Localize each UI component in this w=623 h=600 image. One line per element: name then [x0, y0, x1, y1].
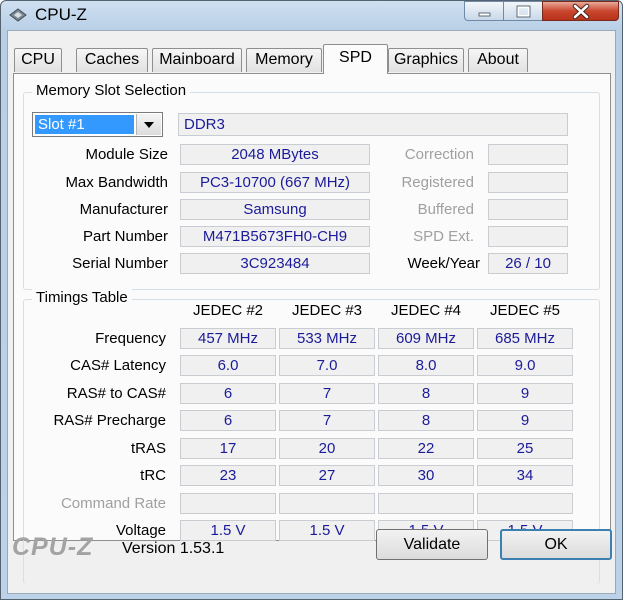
dropdown-arrow-button[interactable]: [136, 114, 161, 135]
maximize-button[interactable]: [503, 1, 543, 21]
minimize-icon: [478, 12, 491, 17]
serial-number-value: 3C923484: [180, 253, 370, 274]
ok-button[interactable]: OK: [500, 529, 612, 560]
client-area: CPU Caches Mainboard Memory SPD Graphics…: [7, 30, 616, 594]
timing-cell: 30: [378, 465, 474, 486]
timing-cell: 34: [477, 465, 573, 486]
timing-cell: 23: [180, 465, 276, 486]
timing-cell: 22: [378, 438, 474, 459]
timing-cell: 9: [477, 410, 573, 431]
column-header: JEDEC #4: [390, 302, 462, 319]
row-label: tRAS: [130, 440, 166, 457]
tab-caches[interactable]: Caches: [76, 48, 148, 72]
buffered-label: Buffered: [417, 201, 474, 218]
timing-cell: 8: [378, 383, 474, 404]
validate-button[interactable]: Validate: [376, 529, 488, 560]
slot-select-dropdown[interactable]: Slot #1: [32, 112, 163, 137]
timing-cell: 685 MHz: [477, 328, 573, 349]
timing-cell: 20: [279, 438, 375, 459]
timing-cell: 25: [477, 438, 573, 459]
tab-spd[interactable]: SPD: [323, 44, 388, 74]
timing-cell: [477, 493, 573, 514]
version-label: Version 1.53.1: [122, 540, 225, 557]
week-year-label: Week/Year: [407, 255, 480, 272]
cpu-z-logo: CPU-Z: [12, 533, 94, 561]
close-button[interactable]: [542, 1, 619, 21]
registered-label: Registered: [401, 174, 474, 191]
row-label: Frequency: [95, 330, 166, 347]
timing-cell: 27: [279, 465, 375, 486]
timing-cell: 6: [180, 410, 276, 431]
timing-cell: [378, 493, 474, 514]
tab-graphics[interactable]: Graphics: [388, 48, 464, 72]
row-label: Voltage: [115, 522, 166, 539]
row-label: Command Rate: [60, 495, 166, 512]
module-size-label: Module Size: [85, 146, 168, 163]
group-title: Memory Slot Selection: [32, 82, 191, 99]
tab-cpu[interactable]: CPU: [14, 48, 62, 72]
title-bar[interactable]: CPU-Z: [1, 1, 622, 29]
tab-memory[interactable]: Memory: [246, 48, 322, 72]
correction-label: Correction: [404, 146, 474, 163]
timing-cell: 17: [180, 438, 276, 459]
timing-cell: 1.5 V: [279, 520, 375, 541]
part-number-value: M471B5673FH0-CH9: [180, 226, 370, 247]
timing-cell: 609 MHz: [378, 328, 474, 349]
buffered-value: [488, 199, 568, 220]
timing-cell: 1.5 V: [180, 520, 276, 541]
registered-value: [488, 172, 568, 193]
spd-ext-label: SPD Ext.: [413, 228, 474, 245]
timing-cell: 7: [279, 410, 375, 431]
week-year-value: 26 / 10: [488, 253, 568, 274]
column-header: JEDEC #3: [291, 302, 363, 319]
max-bandwidth-value: PC3-10700 (667 MHz): [180, 172, 370, 193]
timing-cell: 6: [180, 383, 276, 404]
timing-cell: 8: [378, 410, 474, 431]
manufacturer-label: Manufacturer: [79, 201, 168, 218]
timing-cell: 457 MHz: [180, 328, 276, 349]
spd-ext-value: [488, 226, 568, 247]
spd-tab-panel: Memory Slot Selection Slot #1 DDR3 Modul…: [13, 73, 611, 584]
memory-type-field: DDR3: [178, 113, 568, 136]
timing-cell: [180, 493, 276, 514]
cpu-z-app-icon: [9, 8, 27, 22]
part-number-label: Part Number: [82, 228, 168, 245]
timing-cell: 7.0: [279, 355, 375, 376]
row-label: RAS# Precharge: [53, 412, 166, 429]
manufacturer-value: Samsung: [180, 199, 370, 220]
group-title: Timings Table: [32, 289, 132, 306]
cpu-z-window: CPU-Z CPU Caches Mainboard Memory SPD Gr…: [0, 0, 623, 600]
timing-cell: 7: [279, 383, 375, 404]
minimize-button[interactable]: [464, 1, 504, 21]
max-bandwidth-label: Max Bandwidth: [65, 174, 168, 191]
correction-value: [488, 144, 568, 165]
maximize-icon: [516, 5, 531, 18]
chevron-down-icon: [144, 122, 154, 128]
row-label: tRC: [140, 467, 166, 484]
tab-about[interactable]: About: [468, 48, 528, 72]
row-label: RAS# to CAS#: [66, 385, 166, 402]
window-title: CPU-Z: [35, 5, 87, 24]
timing-cell: [279, 493, 375, 514]
timing-cell: 9: [477, 383, 573, 404]
timing-cell: 533 MHz: [279, 328, 375, 349]
column-header: JEDEC #2: [192, 302, 264, 319]
serial-number-label: Serial Number: [72, 255, 168, 272]
module-size-value: 2048 MBytes: [180, 144, 370, 165]
tab-mainboard[interactable]: Mainboard: [152, 48, 242, 72]
timing-cell: 8.0: [378, 355, 474, 376]
timing-cell: 6.0: [180, 355, 276, 376]
timing-cell: 9.0: [477, 355, 573, 376]
row-label: CAS# Latency: [70, 357, 166, 374]
close-icon: [572, 3, 590, 20]
column-header: JEDEC #5: [489, 302, 561, 319]
selected-slot: Slot #1: [35, 115, 134, 134]
